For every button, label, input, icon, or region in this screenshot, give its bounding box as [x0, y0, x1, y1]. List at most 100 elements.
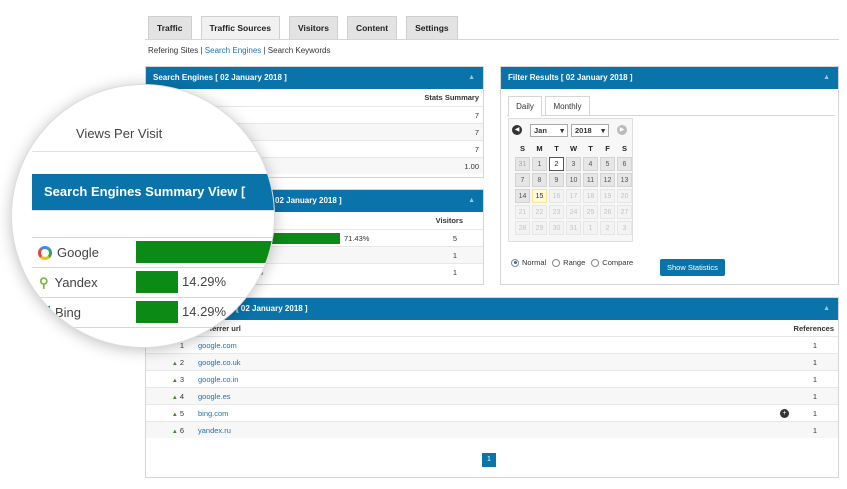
- calendar-day: 22: [532, 205, 547, 219]
- trend-up-icon: ▲: [171, 394, 178, 401]
- percentage-bar: [136, 301, 178, 323]
- trend-up-icon: ▲: [171, 428, 178, 435]
- tab-content[interactable]: Content: [346, 16, 398, 40]
- rank-cell: ▲ 3: [150, 375, 190, 384]
- calendar-day[interactable]: 6: [617, 157, 632, 171]
- magnifier-overlay: Views Per Visit Search Engines Summary V…: [12, 85, 274, 347]
- calendar-day[interactable]: 11: [583, 173, 598, 187]
- filter-tabs: Daily Monthly: [507, 96, 835, 117]
- add-icon[interactable]: +: [780, 409, 789, 418]
- bing-icon: b: [38, 305, 50, 320]
- collapse-caret-icon[interactable]: ▲: [468, 190, 475, 212]
- calendar-day[interactable]: 15: [532, 189, 547, 203]
- engine-name: Google: [57, 245, 99, 260]
- engine-percent: 14.29%: [182, 304, 227, 319]
- radio-range[interactable]: [552, 258, 561, 267]
- calendar-weekday-label: S: [519, 144, 525, 153]
- percentage-bar: [136, 271, 178, 293]
- panel-title: Search Engines [ 02 January 2018 ]: [153, 73, 287, 82]
- rank-number: 3: [179, 374, 184, 384]
- magnified-label: Views Per Visit: [76, 126, 163, 141]
- calendar-day[interactable]: 2: [549, 157, 564, 171]
- rank-number: 6: [179, 425, 184, 435]
- android-icon: ⚲: [39, 274, 49, 290]
- row-value: 7: [474, 144, 479, 154]
- engine-name: Yandex: [54, 275, 98, 290]
- subnav-search-engines[interactable]: Search Engines: [205, 46, 261, 55]
- calendar-grid: S M T W T F S 31 1 2 3 4 5 6 7 8 9 10 11 12 13 14 15 16 17 18 19 20…: [509, 141, 632, 241]
- calendar-day[interactable]: 3: [566, 157, 581, 171]
- next-month-icon[interactable]: ▶: [617, 125, 627, 135]
- row-percent: 71.43%: [344, 233, 370, 243]
- calendar-day: 29: [532, 221, 547, 235]
- referrer-url-link[interactable]: google.co.in: [198, 375, 813, 384]
- referrer-url-link[interactable]: google.es: [198, 392, 813, 401]
- rank-number: 2: [179, 357, 184, 367]
- engine-name: Bing: [55, 305, 82, 320]
- radio-normal[interactable]: [511, 258, 519, 267]
- tab-daily[interactable]: Daily: [508, 96, 542, 117]
- collapse-caret-icon[interactable]: ▲: [468, 67, 475, 89]
- row-value: 1.00: [464, 161, 479, 171]
- subnav-referring-sites[interactable]: Refering Sites: [148, 46, 198, 55]
- calendar-day[interactable]: 4: [583, 157, 598, 171]
- calendar-header: ◀ Jan ▾ 2018 ▾ ▶: [509, 119, 632, 141]
- previous-month-icon[interactable]: ◀: [512, 125, 522, 135]
- references-count: 1: [812, 391, 817, 401]
- referrer-url-link[interactable]: google.com: [198, 341, 813, 350]
- compare-mode-radios: Normal Range Compare: [511, 258, 633, 267]
- column-header-references: References: [793, 323, 834, 333]
- radio-compare[interactable]: [591, 258, 600, 267]
- panel-header: Filter Results [ 02 January 2018 ] ▲: [501, 67, 838, 89]
- row-value: 7: [474, 127, 479, 137]
- referrer-url-link[interactable]: bing.com: [198, 409, 813, 418]
- tab-divider: [145, 39, 839, 40]
- calendar-weekday-label: F: [605, 144, 610, 153]
- calendar-day[interactable]: 1: [532, 157, 547, 171]
- collapse-caret-icon[interactable]: ▲: [823, 298, 830, 320]
- calendar-day: 27: [617, 205, 632, 219]
- calendar-day[interactable]: 7: [515, 173, 530, 187]
- tab-settings[interactable]: Settings: [406, 16, 458, 40]
- calendar-day[interactable]: 13: [617, 173, 632, 187]
- calendar-day[interactable]: 8: [532, 173, 547, 187]
- tab-traffic-sources[interactable]: Traffic Sources: [200, 16, 280, 40]
- trend-up-icon: ▲: [171, 411, 178, 418]
- tab-traffic[interactable]: Traffic: [148, 16, 192, 40]
- tab-monthly[interactable]: Monthly: [545, 96, 590, 116]
- calendar-day: 24: [566, 205, 581, 219]
- month-select[interactable]: Jan ▾: [530, 123, 568, 137]
- subnav-search-keywords[interactable]: Search Keywords: [268, 46, 331, 55]
- calendar-day[interactable]: 31: [515, 157, 530, 171]
- pagination-page-1[interactable]: 1: [482, 453, 496, 467]
- show-statistics-button[interactable]: Show Statistics: [660, 259, 725, 276]
- calendar-weekday-label: S: [621, 144, 627, 153]
- calendar-day: 30: [549, 221, 564, 235]
- references-count: 1: [812, 374, 817, 384]
- year-select[interactable]: 2018 ▾: [571, 123, 609, 137]
- calendar-day[interactable]: 14: [515, 189, 530, 203]
- column-header-visitors: Visitors: [435, 216, 463, 225]
- referrer-url-link[interactable]: google.co.uk: [198, 358, 813, 367]
- calendar-day: 16: [549, 189, 564, 203]
- calendar-weekday-label: T: [554, 144, 559, 153]
- calendar-weekday-label: W: [569, 144, 578, 153]
- calendar-day[interactable]: 5: [600, 157, 615, 171]
- calendar-day[interactable]: 10: [566, 173, 581, 187]
- references-count: 1: [812, 357, 817, 367]
- referrer-url-link[interactable]: yandex.ru: [198, 426, 813, 435]
- tab-visitors[interactable]: Visitors: [288, 16, 338, 40]
- rank-cell: ▲ 5: [150, 409, 190, 418]
- calendar-day: 25: [583, 205, 598, 219]
- references-count: 1: [812, 340, 817, 350]
- rank-cell: ▲ 2: [150, 358, 190, 367]
- calendar-day: 17: [566, 189, 581, 203]
- panel-title: Filter Results [ 02 January 2018 ]: [508, 73, 633, 82]
- table-row: ▲ 6 yandex.ru 1: [146, 421, 838, 438]
- collapse-caret-icon[interactable]: ▲: [823, 67, 830, 89]
- column-header-stats-summary: Stats Summary: [424, 93, 479, 102]
- references-count: 1: [812, 425, 817, 435]
- calendar-day: 31: [566, 221, 581, 235]
- calendar-day[interactable]: 9: [549, 173, 564, 187]
- calendar-day[interactable]: 12: [600, 173, 615, 187]
